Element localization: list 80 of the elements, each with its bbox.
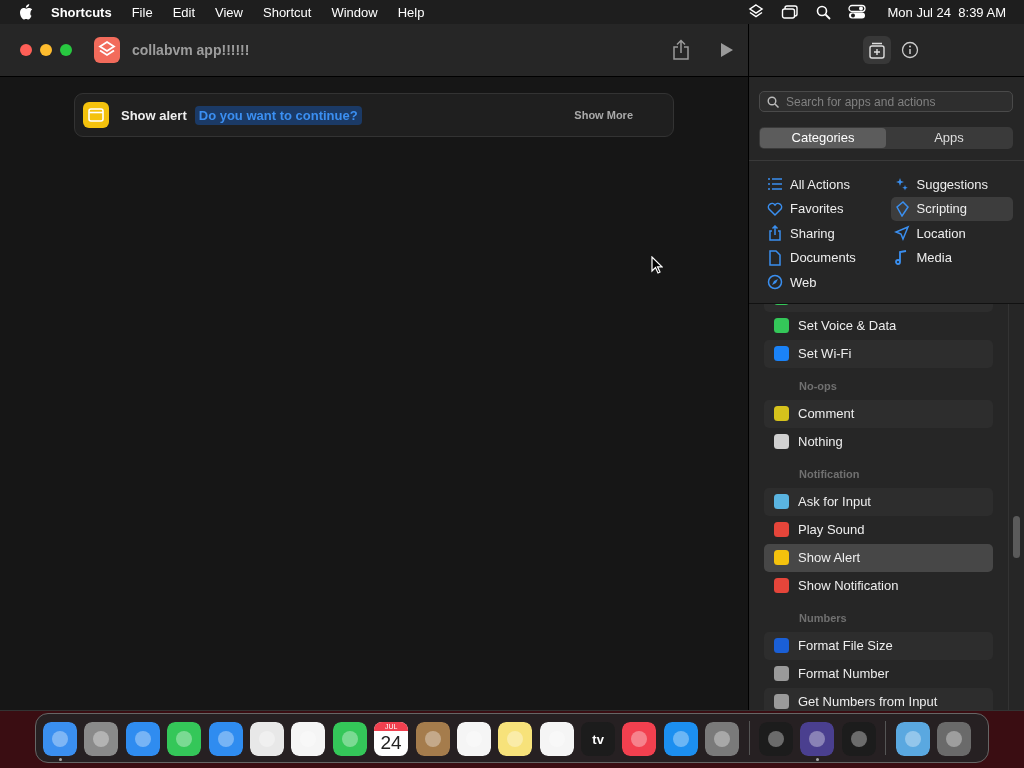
add-action-icon [867, 41, 886, 59]
play-icon[interactable] [720, 42, 734, 58]
window-icon[interactable] [781, 4, 800, 20]
alert-window-icon [83, 102, 109, 128]
category-icon [893, 225, 910, 242]
app-icon[interactable] [249, 722, 284, 756]
action-item[interactable]: Play Sound [764, 515, 993, 544]
category-icon [767, 176, 783, 193]
category-item[interactable]: Sharing [764, 221, 887, 246]
app-icon[interactable] [332, 722, 367, 756]
search-icon[interactable] [816, 4, 832, 20]
apple-logo-icon[interactable] [19, 4, 33, 20]
category-icon [767, 225, 783, 242]
action-item[interactable]: Show Notification [764, 571, 993, 600]
info-icon[interactable] [900, 41, 919, 59]
app-icon[interactable] [125, 722, 160, 756]
app-menu[interactable]: Shortcuts [51, 4, 112, 20]
action-item[interactable]: Set Voice & Data [764, 311, 993, 340]
toggle-switches-icon[interactable] [848, 4, 867, 20]
action-card[interactable]: Show alert Do you want to continue? Show More [74, 93, 674, 137]
section-header: No-ops [798, 378, 838, 394]
app-icon[interactable] [456, 722, 491, 756]
app-icon[interactable] [415, 722, 450, 756]
action-item[interactable]: Ask for Input [764, 487, 993, 516]
zoom-button[interactable] [60, 44, 72, 56]
action-item[interactable]: Show Alert [764, 543, 993, 572]
action-item[interactable]: Get Numbers from Input [764, 687, 993, 710]
search-icon [767, 95, 779, 108]
category-item[interactable]: All Actions [764, 172, 887, 197]
minimize-button[interactable] [40, 44, 52, 56]
app-icon[interactable] [622, 722, 657, 756]
menu-item[interactable]: Edit [172, 4, 196, 20]
layers-app-icon [94, 37, 120, 63]
app-icon[interactable] [43, 722, 77, 756]
app-icon[interactable] [208, 722, 243, 756]
category-icon [767, 200, 783, 217]
category-item[interactable]: Media [890, 245, 1013, 270]
menu-item[interactable]: Window [331, 4, 378, 20]
menu-item[interactable]: Help [397, 4, 425, 20]
add-action-button[interactable] [862, 36, 891, 64]
app-icon[interactable] [167, 722, 202, 756]
category-icon [893, 200, 910, 217]
category-item[interactable]: Favorites [764, 196, 887, 221]
close-button[interactable] [20, 44, 32, 56]
category-item[interactable]: Documents [764, 245, 887, 270]
app-icon[interactable] [663, 722, 698, 756]
action-item[interactable]: Format Number [764, 659, 993, 688]
category-icon [767, 249, 783, 266]
action-item[interactable]: Comment [764, 399, 993, 428]
category-item[interactable]: Suggestions [890, 172, 1013, 197]
window-title: collabvm app!!!!!! [132, 42, 250, 58]
action-item[interactable]: Set Wi-Fi [764, 339, 993, 368]
segment-tab[interactable]: Categories [760, 128, 886, 148]
layers-icon[interactable] [748, 4, 765, 20]
action-item[interactable]: Format File Size [764, 631, 993, 660]
show-more-link[interactable]: Show More [574, 109, 633, 121]
category-item[interactable]: Location [890, 221, 1013, 246]
app-icon[interactable] [291, 722, 326, 756]
app-icon[interactable] [937, 722, 971, 756]
action-item[interactable]: Nothing [764, 427, 993, 456]
app-icon[interactable] [705, 722, 740, 756]
section-header: Notification [798, 466, 861, 482]
clock[interactable]: Mon Jul 24 8:39 AM [887, 4, 1006, 20]
action-name: Show alert [121, 107, 187, 123]
app-icon[interactable] [895, 722, 930, 756]
segment-tab[interactable]: Apps [886, 128, 1012, 148]
category-item[interactable]: Web [764, 270, 887, 295]
section-header: Numbers [798, 610, 848, 626]
menu-item[interactable]: View [215, 4, 243, 20]
category-item[interactable]: Scripting [890, 196, 1013, 221]
menu-item[interactable]: File [131, 4, 153, 20]
category-icon [767, 274, 783, 291]
app-icon[interactable] [84, 722, 119, 756]
app-icon[interactable] [498, 722, 533, 756]
search-field[interactable]: Search for apps and actions [759, 91, 1013, 112]
pointer-icon [651, 256, 663, 274]
tv-app-icon[interactable]: tv [581, 722, 616, 756]
menu-item[interactable]: Shortcut [263, 4, 312, 20]
app-icon[interactable] [539, 722, 574, 756]
share-icon[interactable] [672, 39, 690, 61]
